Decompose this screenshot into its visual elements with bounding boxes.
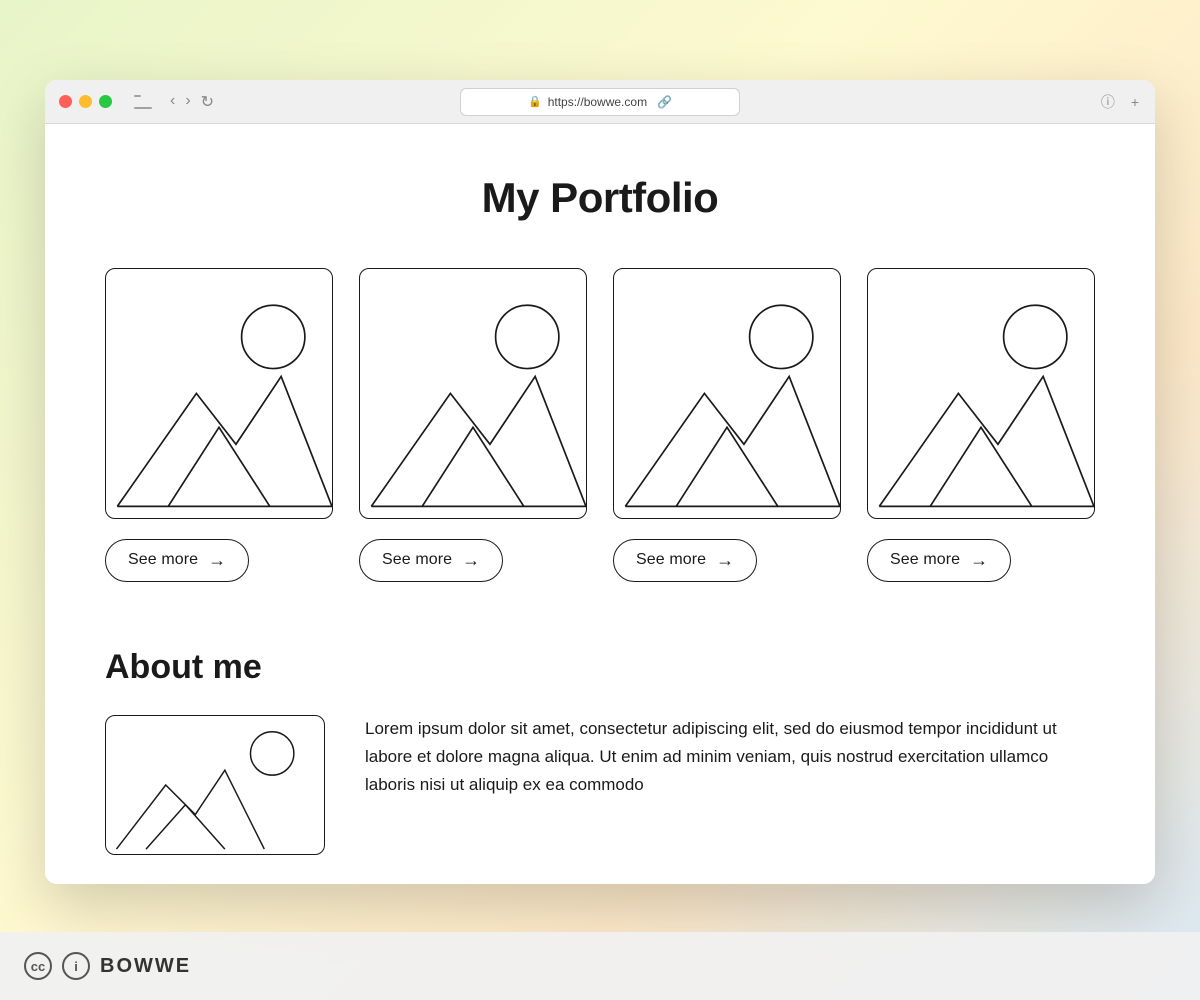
portfolio-image-2 bbox=[359, 268, 587, 519]
see-more-button-2[interactable]: See more → bbox=[359, 539, 503, 582]
see-more-label-1: See more bbox=[128, 551, 198, 569]
link-icon: 🔗 bbox=[657, 95, 672, 109]
see-more-button-3[interactable]: See more → bbox=[613, 539, 757, 582]
portfolio-image-1 bbox=[105, 268, 333, 519]
page-content: My Portfolio See more → bbox=[45, 124, 1155, 884]
arrow-right-icon-2: → bbox=[462, 550, 480, 571]
see-more-button-4[interactable]: See more → bbox=[867, 539, 1011, 582]
portfolio-item-1: See more → bbox=[105, 268, 333, 582]
help-button[interactable]: ⓘ bbox=[1099, 92, 1117, 112]
back-button[interactable]: ‹ bbox=[168, 92, 177, 112]
lock-icon: 🔒 bbox=[528, 95, 542, 108]
titlebar: ‹ › ↻ 🔒 https://bowwe.com 🔗 ⓘ + bbox=[45, 80, 1155, 124]
address-bar[interactable]: 🔒 https://bowwe.com 🔗 bbox=[460, 88, 740, 116]
portfolio-image-3 bbox=[613, 268, 841, 519]
portfolio-item-4: See more → bbox=[867, 268, 1095, 582]
minimize-button[interactable] bbox=[79, 95, 92, 108]
forward-button[interactable]: › bbox=[183, 92, 192, 112]
see-more-label-3: See more bbox=[636, 551, 706, 569]
titlebar-right-actions: ⓘ + bbox=[1099, 92, 1141, 112]
about-title: About me bbox=[105, 648, 1095, 687]
about-image bbox=[105, 715, 325, 855]
bottom-bar: cc i BOWWE bbox=[0, 932, 1200, 1000]
see-more-label-2: See more bbox=[382, 551, 452, 569]
arrow-right-icon-4: → bbox=[970, 550, 988, 571]
bowwe-brand: BOWWE bbox=[100, 955, 191, 978]
nav-buttons: ‹ › ↻ bbox=[168, 92, 216, 112]
cc-text: cc bbox=[31, 959, 45, 974]
about-body-text: Lorem ipsum dolor sit amet, consectetur … bbox=[365, 715, 1095, 799]
see-more-button-1[interactable]: See more → bbox=[105, 539, 249, 582]
about-content: Lorem ipsum dolor sit amet, consectetur … bbox=[105, 715, 1095, 855]
portfolio-image-4 bbox=[867, 268, 1095, 519]
portfolio-item-3: See more → bbox=[613, 268, 841, 582]
attribution-text: i bbox=[74, 959, 78, 974]
arrow-right-icon-3: → bbox=[716, 550, 734, 571]
sidebar-toggle-button[interactable] bbox=[134, 95, 152, 109]
creative-commons-icon: cc bbox=[24, 952, 52, 980]
browser-window: ‹ › ↻ 🔒 https://bowwe.com 🔗 ⓘ + My Portf… bbox=[45, 80, 1155, 884]
new-tab-button[interactable]: + bbox=[1129, 94, 1141, 110]
page-title: My Portfolio bbox=[105, 174, 1095, 222]
about-section: About me Lorem ipsum dolor sit amet, con… bbox=[105, 618, 1095, 855]
reload-button[interactable]: ↻ bbox=[199, 92, 216, 112]
portfolio-grid: See more → See more → bbox=[105, 268, 1095, 582]
traffic-lights bbox=[59, 95, 112, 108]
url-text: https://bowwe.com bbox=[548, 95, 647, 109]
attribution-icon: i bbox=[62, 952, 90, 980]
portfolio-item-2: See more → bbox=[359, 268, 587, 582]
maximize-button[interactable] bbox=[99, 95, 112, 108]
arrow-right-icon-1: → bbox=[208, 550, 226, 571]
see-more-label-4: See more bbox=[890, 551, 960, 569]
close-button[interactable] bbox=[59, 95, 72, 108]
